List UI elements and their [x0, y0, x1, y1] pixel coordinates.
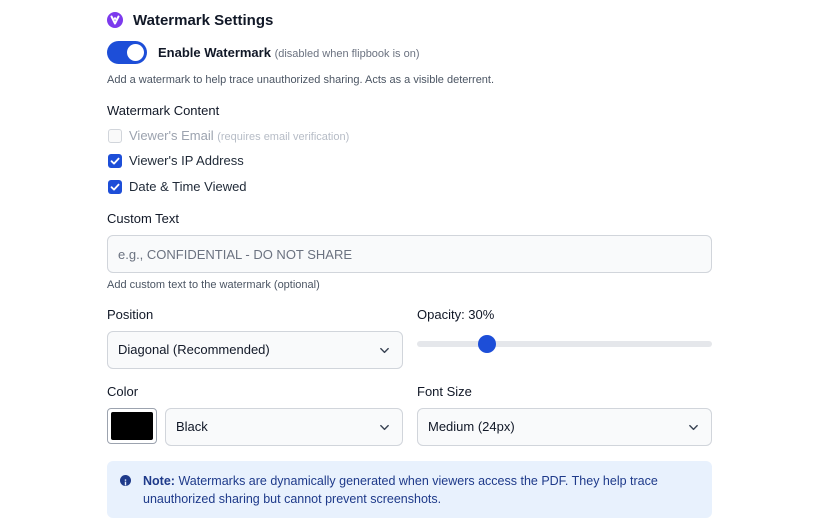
- color-label: Color: [107, 384, 139, 399]
- viewers-ip-label: Viewer's IP Address: [129, 153, 244, 168]
- color-select[interactable]: Black: [165, 408, 403, 446]
- font-size-label: Font Size: [417, 384, 472, 399]
- viewers-email-checkbox[interactable]: [108, 129, 122, 143]
- date-time-label: Date & Time Viewed: [129, 179, 247, 194]
- enable-watermark-label: Enable Watermark (disabled when flipbook…: [158, 45, 420, 62]
- color-swatch-fill: [111, 412, 153, 440]
- note-body: Watermarks are dynamically generated whe…: [143, 474, 658, 506]
- opacity-slider-track[interactable]: [417, 341, 712, 347]
- check-icon: [110, 157, 120, 165]
- position-select[interactable]: Diagonal (Recommended): [107, 331, 403, 369]
- opacity-slider-thumb[interactable]: [478, 335, 496, 353]
- note-prefix: Note:: [143, 474, 175, 488]
- watermark-logo-icon: [107, 12, 123, 28]
- custom-text-label: Custom Text: [107, 211, 180, 226]
- viewers-email-option: Viewer's Email (requires email verificat…: [129, 128, 349, 145]
- enable-watermark-toggle[interactable]: [107, 41, 147, 64]
- page-title: Watermark Settings: [133, 12, 274, 29]
- toggle-help-text: Add a watermark to help trace unauthoriz…: [107, 74, 495, 86]
- chevron-down-icon: [380, 424, 389, 431]
- toggle-label-text: Enable Watermark: [158, 45, 271, 60]
- color-value: Black: [176, 419, 208, 434]
- viewers-email-label: Viewer's Email: [129, 128, 214, 143]
- font-size-select[interactable]: Medium (24px): [417, 408, 712, 446]
- toggle-note: (disabled when flipbook is on): [274, 48, 420, 60]
- color-swatch[interactable]: [107, 408, 157, 444]
- check-icon: [110, 183, 120, 191]
- note-text: Note: Watermarks are dynamically generat…: [143, 472, 698, 508]
- position-value: Diagonal (Recommended): [118, 342, 270, 357]
- info-icon: [120, 475, 131, 486]
- custom-text-help: Add custom text to the watermark (option…: [107, 279, 320, 291]
- chevron-down-icon: [380, 347, 389, 354]
- chevron-down-icon: [689, 424, 698, 431]
- position-label: Position: [107, 307, 154, 322]
- font-size-value: Medium (24px): [428, 419, 515, 434]
- custom-text-input[interactable]: [107, 235, 712, 273]
- viewers-email-note: (requires email verification): [217, 131, 350, 143]
- toggle-knob: [127, 44, 144, 61]
- opacity-label: Opacity: 30%: [417, 307, 495, 322]
- date-time-checkbox[interactable]: [108, 180, 122, 194]
- info-note: Note: Watermarks are dynamically generat…: [107, 461, 712, 518]
- watermark-content-heading: Watermark Content: [107, 103, 220, 118]
- viewers-ip-checkbox[interactable]: [108, 154, 122, 168]
